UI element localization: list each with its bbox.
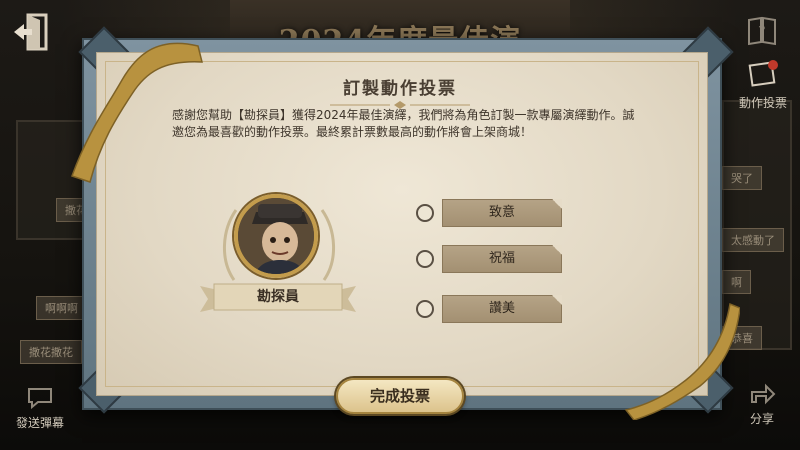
character-avatar	[234, 194, 318, 278]
gold-ribbon-right	[624, 302, 740, 420]
danmaku-chip: 啊	[722, 270, 751, 294]
svg-text:?: ?	[758, 24, 765, 40]
danmaku-chip: 太感動了	[722, 228, 784, 252]
option-radio[interactable]	[416, 300, 434, 318]
danmaku-chip: 啊啊啊	[36, 296, 87, 320]
share-icon	[751, 383, 776, 405]
chat-bubble-icon	[28, 388, 52, 410]
option-label[interactable]: 致意	[442, 199, 562, 227]
share-label: 分享	[749, 412, 774, 426]
danmaku-button[interactable]: 發送彈幕	[4, 386, 76, 431]
vote-option[interactable]: 致意	[416, 199, 566, 227]
exit-button[interactable]	[10, 12, 54, 52]
dialog-description: 感謝您幫助【勘探員】獲得2024年最佳演繹，我們將為角色訂製一款專屬演繹動作。誠…	[172, 108, 635, 139]
submit-vote-button[interactable]: 完成投票	[336, 378, 464, 414]
share-button[interactable]: 分享	[736, 382, 788, 427]
option-label[interactable]: 祝福	[442, 245, 562, 273]
option-label[interactable]: 讚美	[442, 295, 562, 323]
exit-door-icon	[14, 13, 48, 51]
help-book-icon: ?	[748, 16, 776, 46]
help-book-button[interactable]: ?	[742, 14, 782, 50]
dialog-title: 訂製動作投票	[343, 79, 457, 99]
danmaku-chip: 撒花撒花	[20, 340, 82, 364]
option-radio[interactable]	[416, 250, 434, 268]
vote-option[interactable]: 祝福	[416, 245, 566, 273]
danmaku-chip: 哭了	[722, 166, 762, 190]
character-name: 勘探員	[257, 289, 299, 305]
vote-option[interactable]: 讚美	[416, 295, 566, 323]
option-radio[interactable]	[416, 204, 434, 222]
danmaku-label: 發送彈幕	[15, 416, 64, 430]
